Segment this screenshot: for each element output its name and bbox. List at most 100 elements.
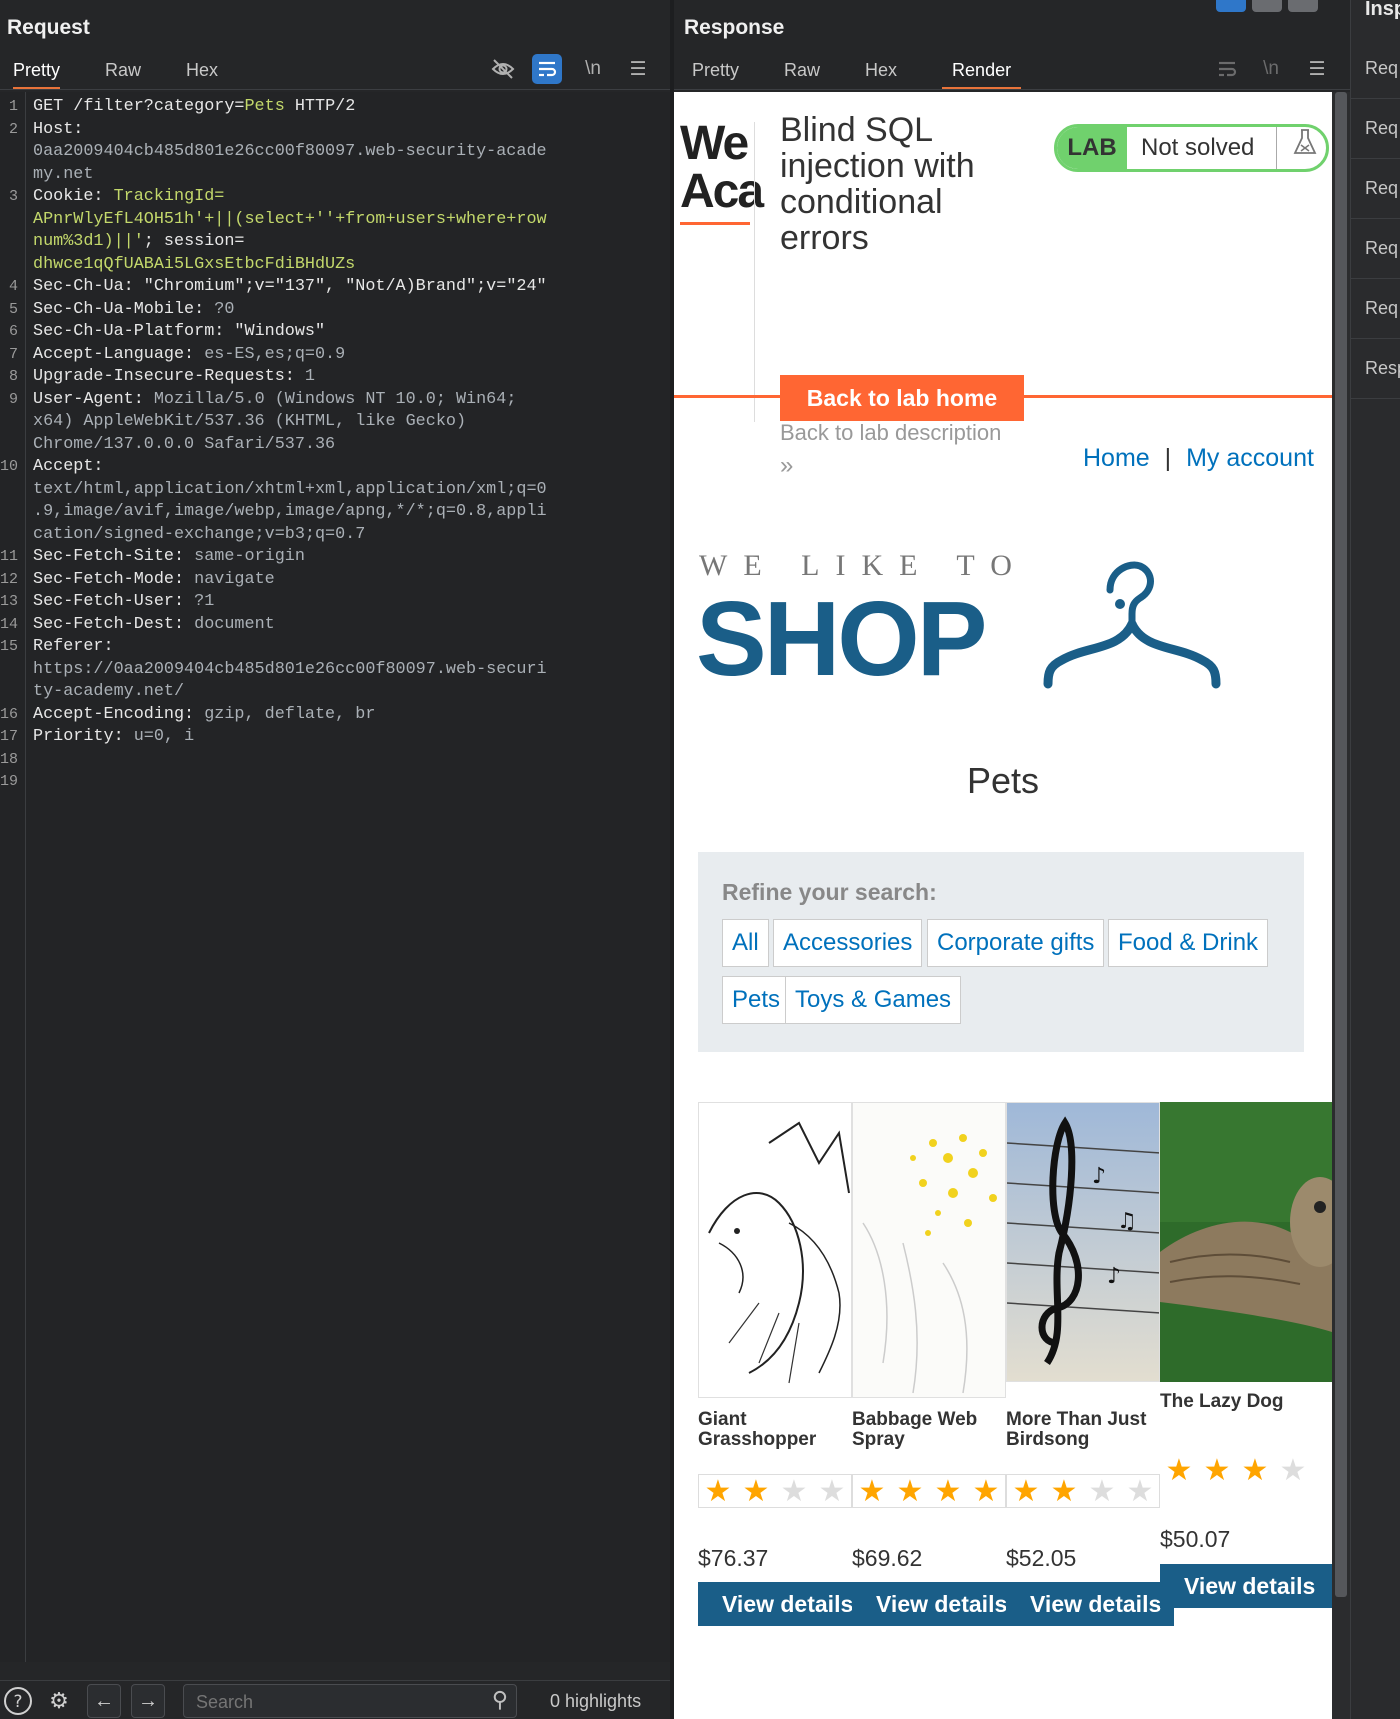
code-text[interactable]: .9,image/avif,image/webp,image/apng,*/*;… xyxy=(33,501,547,524)
menu-icon[interactable]: ☰ xyxy=(623,54,653,84)
search-icon[interactable]: ⚲ xyxy=(492,1687,508,1713)
product-image[interactable] xyxy=(1160,1102,1332,1382)
response-tab-pretty[interactable]: Pretty xyxy=(692,56,739,90)
inspector-section[interactable]: Req xyxy=(1365,58,1398,79)
code-text[interactable]: Accept: xyxy=(33,456,104,479)
line-number: 5 xyxy=(8,300,18,318)
help-icon[interactable]: ? xyxy=(1,1684,35,1718)
code-text[interactable]: Accept-Encoding: gzip, deflate, br xyxy=(33,704,375,727)
code-text[interactable]: dhwce1qQfUABAi5LGxsEtbcFdiBHdUZs xyxy=(33,254,355,277)
layout-split-icon[interactable] xyxy=(1216,0,1246,12)
view-details-button[interactable]: View details xyxy=(852,1582,1020,1626)
code-text[interactable]: Sec-Ch-Ua: "Chromium";v="137", "Not/A)Br… xyxy=(33,276,547,299)
code-text[interactable]: Sec-Ch-Ua-Mobile: ?0 xyxy=(33,299,234,322)
code-text[interactable]: Chrome/137.0.0.0 Safari/537.36 xyxy=(33,434,335,457)
double-chevron-icon[interactable]: » xyxy=(780,452,793,480)
filter-corporate-gifts[interactable]: Corporate gifts xyxy=(927,919,1105,967)
code-text[interactable]: Host: xyxy=(33,119,83,142)
request-tab-raw[interactable]: Raw xyxy=(105,56,141,90)
response-tab-raw[interactable]: Raw xyxy=(784,56,820,90)
layout-vertical-icon[interactable] xyxy=(1288,0,1318,12)
code-text[interactable]: Upgrade-Insecure-Requests: 1 xyxy=(33,366,315,389)
filter-pets[interactable]: Pets xyxy=(722,976,791,1024)
product-name: Babbage Web Spray xyxy=(852,1409,978,1450)
code-text[interactable]: text/html,application/xhtml+xml,applicat… xyxy=(33,479,547,502)
star-empty-icon: ★ xyxy=(1279,1454,1307,1487)
render-scrollbar[interactable] xyxy=(1332,92,1350,1719)
code-token: "Chromium";v="137", "Not/A)Brand";v="24" xyxy=(143,277,547,296)
filter-toys-games[interactable]: Toys & Games xyxy=(785,976,962,1024)
code-token: Accept-Language: xyxy=(33,344,205,364)
code-text[interactable]: num%3d1)||'; session= xyxy=(33,231,245,254)
hide-non-printable-icon[interactable] xyxy=(488,54,518,84)
code-text[interactable]: my.net xyxy=(33,164,93,187)
newline-toggle-icon[interactable]: \n xyxy=(578,54,608,84)
code-text[interactable]: https://0aa2009404cb485d801e26cc00f80097… xyxy=(33,659,547,682)
view-details-button[interactable]: View details xyxy=(1160,1564,1332,1608)
code-text[interactable]: Sec-Fetch-User: ?1 xyxy=(33,591,214,614)
code-text[interactable]: cation/signed-exchange;v=b3;q=0.7 xyxy=(33,524,365,547)
scrollbar-thumb[interactable] xyxy=(1335,92,1347,1597)
code-text[interactable]: Cookie: TrackingId= xyxy=(33,186,224,209)
request-tab-hex[interactable]: Hex xyxy=(186,56,218,90)
academy-logo-top[interactable]: We xyxy=(680,120,749,168)
product-image[interactable]: ♪ ♫ ♪ xyxy=(1006,1102,1160,1382)
filter-food-drink[interactable]: Food & Drink xyxy=(1108,919,1269,967)
inspector-section[interactable]: Resp xyxy=(1365,358,1400,379)
code-text[interactable]: Sec-Fetch-Site: same-origin xyxy=(33,546,305,569)
code-token: Mozilla/5.0 (Windows NT 10.0; Win64; xyxy=(153,389,517,409)
academy-logo-bottom[interactable]: Aca xyxy=(680,168,764,216)
filter-accessories[interactable]: Accessories xyxy=(773,919,923,967)
search-input[interactable] xyxy=(196,1689,466,1715)
nav-home-link[interactable]: Home xyxy=(1083,444,1150,472)
nav-my-account-link[interactable]: My account xyxy=(1186,444,1314,472)
rendered-page[interactable]: We Aca Blind SQL injection with conditio… xyxy=(674,92,1332,1719)
code-text[interactable]: x64) AppleWebKit/537.36 (KHTML, like Gec… xyxy=(33,411,466,434)
code-token: Upgrade-Insecure-Requests: xyxy=(33,367,305,386)
layout-horizontal-icon[interactable] xyxy=(1252,0,1282,12)
code-text[interactable]: Sec-Fetch-Mode: navigate xyxy=(33,569,275,592)
view-details-button[interactable]: View details xyxy=(1006,1582,1174,1626)
code-text[interactable]: User-Agent: Mozilla/5.0 (Windows NT 10.0… xyxy=(33,389,516,412)
back-to-lab-description-link[interactable]: Back to lab description xyxy=(780,420,1001,446)
inspector-section[interactable]: Req xyxy=(1365,118,1398,139)
refine-search-panel: Refine your search: All Accessories Corp… xyxy=(698,852,1304,1052)
code-token: Sec-Ch-Ua-Platform: xyxy=(33,322,235,341)
code-text[interactable]: APnrWlyEfL4OH51h'+||(select+''+from+user… xyxy=(33,209,547,232)
code-token: Sec-Fetch-User: xyxy=(33,592,195,611)
filter-all[interactable]: All xyxy=(722,919,769,967)
back-to-lab-home-button[interactable]: Back to lab home xyxy=(780,375,1024,421)
search-box[interactable]: ⚲ xyxy=(183,1684,517,1718)
next-arrow-icon[interactable]: → xyxy=(131,1684,165,1718)
inspector-separator xyxy=(1351,278,1400,279)
product-image[interactable] xyxy=(698,1102,852,1398)
star-filled-icon: ★ xyxy=(1012,1475,1040,1508)
previous-arrow-icon[interactable]: ← xyxy=(87,1684,121,1718)
response-tab-hex[interactable]: Hex xyxy=(865,56,897,90)
line-number: 19 xyxy=(0,773,19,790)
view-details-button[interactable]: View details xyxy=(698,1582,866,1626)
word-wrap-icon[interactable] xyxy=(532,54,562,84)
code-text[interactable]: Referer: xyxy=(33,636,114,659)
inspector-section[interactable]: Req xyxy=(1365,238,1398,259)
request-tabbar-divider xyxy=(0,89,670,90)
code-text[interactable]: Sec-Fetch-Dest: document xyxy=(33,614,275,637)
inspector-section[interactable]: Req xyxy=(1365,178,1398,199)
code-text[interactable]: Priority: u=0, i xyxy=(33,726,194,749)
line-number: 4 xyxy=(8,278,18,295)
code-text[interactable]: GET /filter?category=Pets HTTP/2 xyxy=(33,96,355,119)
settings-gear-icon[interactable]: ⚙ xyxy=(42,1684,76,1718)
inspector-section[interactable]: Req xyxy=(1365,298,1398,319)
response-tab-render[interactable]: Render xyxy=(942,56,1022,90)
code-text[interactable]: Accept-Language: es-ES,es;q=0.9 xyxy=(33,344,345,367)
request-tab-pretty[interactable]: Pretty xyxy=(13,56,61,90)
code-text[interactable]: Sec-Ch-Ua-Platform: "Windows" xyxy=(33,321,325,344)
product-image[interactable] xyxy=(852,1102,1006,1398)
response-menu-icon[interactable]: ☰ xyxy=(1302,54,1332,84)
code-text[interactable]: ty-academy.net/ xyxy=(33,681,184,704)
request-editor[interactable]: 1 GET /filter?category=Pets HTTP/2 2 Host: 0… xyxy=(0,92,670,1662)
code-text[interactable]: 0aa2009404cb485d801e26cc00f80097.web-sec… xyxy=(33,141,547,164)
code-token: .9,image/avif,image/webp,image/apng,*/*;… xyxy=(33,502,547,521)
star-filled-icon: ★ xyxy=(1203,1454,1231,1487)
code-token: my.net xyxy=(33,164,94,184)
